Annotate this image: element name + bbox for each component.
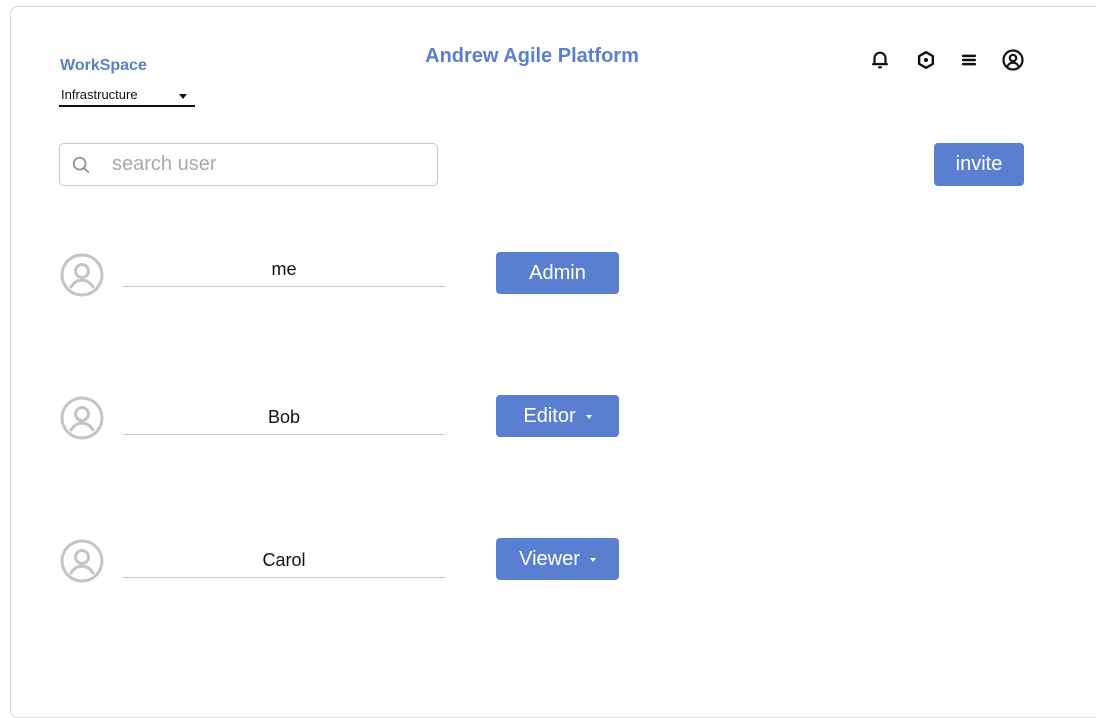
caret-down-icon bbox=[589, 558, 596, 562]
role-dropdown-viewer[interactable]: Viewer bbox=[496, 538, 619, 580]
workspace-select-value: Infrastructure bbox=[61, 87, 138, 102]
workspace-select[interactable]: Infrastructure bbox=[59, 85, 195, 107]
app-frame bbox=[10, 6, 1096, 718]
avatar-icon bbox=[60, 396, 104, 440]
search-box[interactable] bbox=[59, 143, 438, 186]
account-icon[interactable] bbox=[1001, 48, 1025, 72]
user-name-field: me bbox=[123, 257, 445, 287]
avatar-icon bbox=[60, 539, 104, 583]
user-name-field: Carol bbox=[123, 548, 445, 578]
caret-down-icon bbox=[585, 415, 592, 419]
user-row: Bob Editor bbox=[0, 395, 700, 455]
role-button-admin[interactable]: Admin bbox=[496, 252, 619, 294]
user-row: me Admin bbox=[0, 252, 700, 312]
chevron-down-icon bbox=[179, 94, 187, 99]
role-label: Admin bbox=[529, 261, 586, 284]
search-icon bbox=[72, 156, 90, 174]
role-label: Editor bbox=[523, 404, 576, 427]
gear-icon[interactable] bbox=[914, 48, 938, 72]
menu-icon[interactable] bbox=[957, 48, 981, 72]
invite-button[interactable]: invite bbox=[934, 143, 1024, 186]
bell-icon[interactable] bbox=[868, 48, 892, 72]
workspace-label: WorkSpace bbox=[60, 57, 147, 74]
page-title: Andrew Agile Platform bbox=[425, 45, 639, 67]
role-dropdown-editor[interactable]: Editor bbox=[496, 395, 619, 437]
search-input[interactable] bbox=[112, 150, 422, 178]
user-name-field: Bob bbox=[123, 405, 445, 435]
user-row: Carol Viewer bbox=[0, 538, 700, 598]
avatar-icon bbox=[60, 253, 104, 297]
role-label: Viewer bbox=[519, 547, 580, 570]
